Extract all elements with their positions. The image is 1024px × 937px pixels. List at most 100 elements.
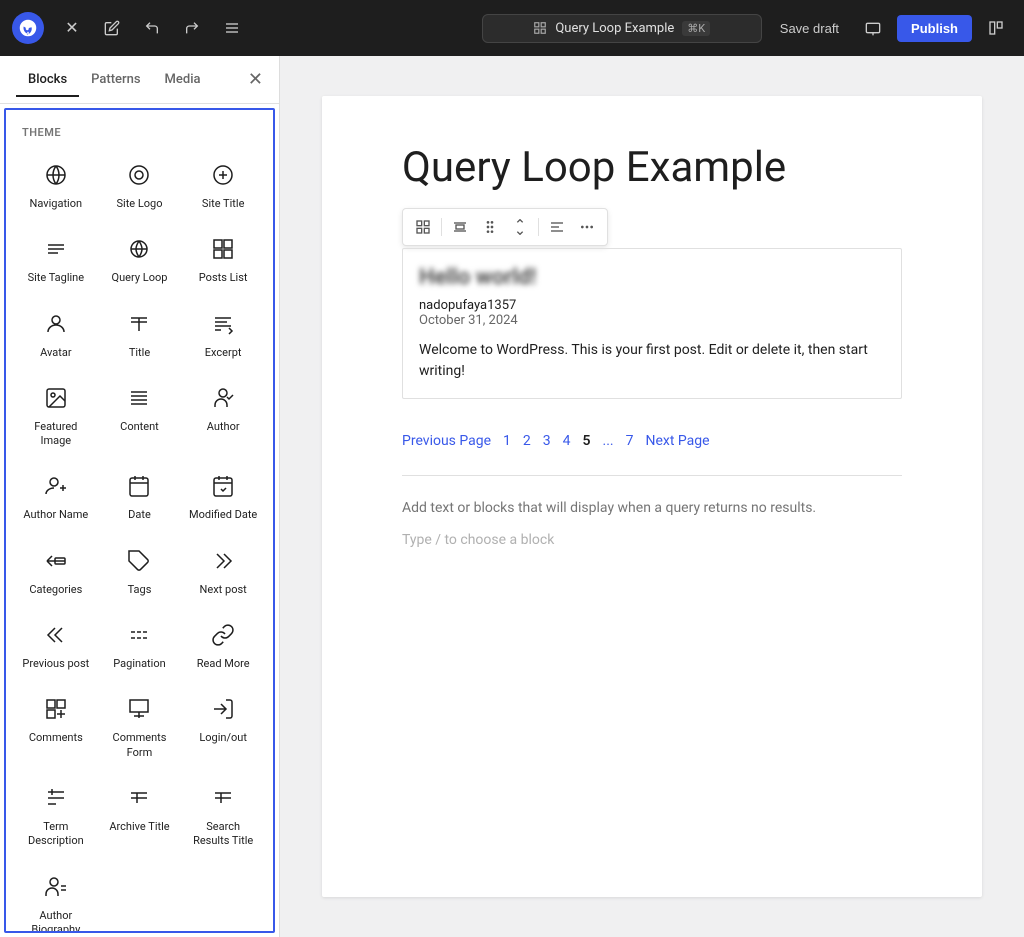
page-1-link[interactable]: 1 bbox=[499, 431, 515, 451]
page-2-link[interactable]: 2 bbox=[519, 431, 535, 451]
avatar-label: Avatar bbox=[40, 346, 71, 360]
block-item-modified-date[interactable]: Modified Date bbox=[181, 458, 265, 532]
block-item-categories[interactable]: Categories bbox=[14, 533, 98, 607]
next-post-label: Next post bbox=[200, 583, 247, 597]
edit-button[interactable] bbox=[96, 12, 128, 44]
read-more-icon bbox=[205, 617, 241, 653]
type-hint-text: Type / to choose a block bbox=[402, 532, 902, 548]
command-bar[interactable]: Query Loop Example ⌘K bbox=[482, 14, 762, 43]
site-tagline-label: Site Tagline bbox=[28, 271, 85, 285]
block-item-author[interactable]: Author bbox=[181, 370, 265, 459]
tab-blocks[interactable]: Blocks bbox=[16, 64, 79, 97]
site-title-icon bbox=[205, 157, 241, 193]
block-item-content[interactable]: Content bbox=[98, 370, 182, 459]
block-item-login-out[interactable]: Login/out bbox=[181, 681, 265, 770]
page-7-link[interactable]: 7 bbox=[622, 431, 638, 451]
editor-area: Query Loop Example bbox=[280, 56, 1024, 937]
block-item-tags[interactable]: Tags bbox=[98, 533, 182, 607]
modified-date-icon bbox=[205, 468, 241, 504]
block-item-avatar[interactable]: Avatar bbox=[14, 296, 98, 370]
close-button[interactable]: ✕ bbox=[56, 12, 88, 44]
site-logo-label: Site Logo bbox=[116, 197, 162, 211]
tags-label: Tags bbox=[128, 583, 152, 597]
toolbar-align-icon[interactable] bbox=[446, 213, 474, 241]
post-card[interactable]: Hello world! nadopufaya1357 October 31, … bbox=[402, 248, 902, 399]
posts-list-label: Posts List bbox=[199, 271, 248, 285]
archive-title-label: Archive Title bbox=[109, 820, 169, 834]
block-item-site-tagline[interactable]: Site Tagline bbox=[14, 221, 98, 295]
block-item-query-loop[interactable]: Query Loop bbox=[98, 221, 182, 295]
previous-post-label: Previous post bbox=[22, 657, 89, 671]
categories-icon bbox=[38, 543, 74, 579]
next-page-link[interactable]: Next Page bbox=[645, 433, 709, 449]
comments-form-icon bbox=[121, 691, 157, 727]
post-date: October 31, 2024 bbox=[419, 313, 885, 328]
next-post-icon bbox=[205, 543, 241, 579]
modified-date-label: Modified Date bbox=[189, 508, 257, 522]
toolbar-align-left-icon[interactable] bbox=[543, 213, 571, 241]
block-item-comments-form[interactable]: Comments Form bbox=[98, 681, 182, 770]
post-blurred-title: Hello world! bbox=[403, 249, 901, 298]
title-icon bbox=[121, 306, 157, 342]
block-item-excerpt[interactable]: Excerpt bbox=[181, 296, 265, 370]
previous-page-link[interactable]: Previous Page bbox=[402, 433, 491, 449]
toolbar-grid-icon[interactable] bbox=[409, 213, 437, 241]
no-results-text: Add text or blocks that will display whe… bbox=[402, 500, 902, 516]
top-toolbar: ✕ Query Loop Example ⌘K Save draft Publi… bbox=[0, 0, 1024, 56]
block-item-pagination[interactable]: Pagination bbox=[98, 607, 182, 681]
title-label: Title bbox=[129, 346, 150, 360]
block-item-featured-image[interactable]: Featured Image bbox=[14, 370, 98, 459]
author-name-label: Author Name bbox=[23, 508, 88, 522]
block-item-next-post[interactable]: Next post bbox=[181, 533, 265, 607]
block-item-title[interactable]: Title bbox=[98, 296, 182, 370]
comments-form-label: Comments Form bbox=[104, 731, 176, 760]
tab-patterns[interactable]: Patterns bbox=[79, 64, 152, 97]
navigation-icon bbox=[38, 157, 74, 193]
page-5-link[interactable]: 5 bbox=[579, 431, 595, 451]
preview-button[interactable] bbox=[857, 12, 889, 44]
toolbar-move-icon[interactable] bbox=[506, 213, 534, 241]
pagination-icon bbox=[121, 617, 157, 653]
undo-button[interactable] bbox=[136, 12, 168, 44]
block-item-comments[interactable]: Comments bbox=[14, 681, 98, 770]
publish-button[interactable]: Publish bbox=[897, 15, 972, 42]
post-title[interactable]: Query Loop Example bbox=[402, 144, 902, 192]
block-item-site-logo[interactable]: Site Logo bbox=[98, 147, 182, 221]
page-4-link[interactable]: 4 bbox=[559, 431, 575, 451]
save-draft-button[interactable]: Save draft bbox=[770, 15, 849, 42]
redo-button[interactable] bbox=[176, 12, 208, 44]
content-icon bbox=[121, 380, 157, 416]
settings-button[interactable] bbox=[980, 12, 1012, 44]
term-description-label: Term Description bbox=[20, 820, 92, 849]
block-item-archive-title[interactable]: Archive Title bbox=[98, 770, 182, 859]
wp-logo[interactable] bbox=[12, 12, 44, 44]
type-hint[interactable]: Type / to choose a block bbox=[402, 524, 902, 548]
block-item-read-more[interactable]: Read More bbox=[181, 607, 265, 681]
toolbar-drag-icon[interactable] bbox=[476, 213, 504, 241]
block-list: THEME Navigation Site Logo bbox=[4, 108, 275, 933]
post-card-toolbar bbox=[402, 208, 608, 246]
author-icon bbox=[205, 380, 241, 416]
comments-icon bbox=[38, 691, 74, 727]
author-name-icon bbox=[38, 468, 74, 504]
page-numbers: 1 2 3 4 5 ... 7 bbox=[499, 431, 637, 451]
block-item-site-title[interactable]: Site Title bbox=[181, 147, 265, 221]
block-item-navigation[interactable]: Navigation bbox=[14, 147, 98, 221]
keyboard-shortcut: ⌘K bbox=[682, 21, 710, 36]
previous-post-icon bbox=[38, 617, 74, 653]
sidebar-close-button[interactable]: ✕ bbox=[248, 69, 263, 90]
toolbar-more-icon[interactable] bbox=[573, 213, 601, 241]
block-item-posts-list[interactable]: Posts List bbox=[181, 221, 265, 295]
navigation-label: Navigation bbox=[30, 197, 83, 211]
block-item-search-results-title[interactable]: Search Results Title bbox=[181, 770, 265, 859]
block-item-previous-post[interactable]: Previous post bbox=[14, 607, 98, 681]
toolbar-divider-2 bbox=[538, 218, 539, 236]
list-view-button[interactable] bbox=[216, 12, 248, 44]
tab-media[interactable]: Media bbox=[153, 64, 213, 97]
avatar-icon bbox=[38, 306, 74, 342]
page-3-link[interactable]: 3 bbox=[539, 431, 555, 451]
block-item-author-biography[interactable]: Author Biography bbox=[14, 859, 98, 933]
block-item-author-name[interactable]: Author Name bbox=[14, 458, 98, 532]
block-item-term-description[interactable]: Term Description bbox=[14, 770, 98, 859]
block-item-date[interactable]: Date bbox=[98, 458, 182, 532]
